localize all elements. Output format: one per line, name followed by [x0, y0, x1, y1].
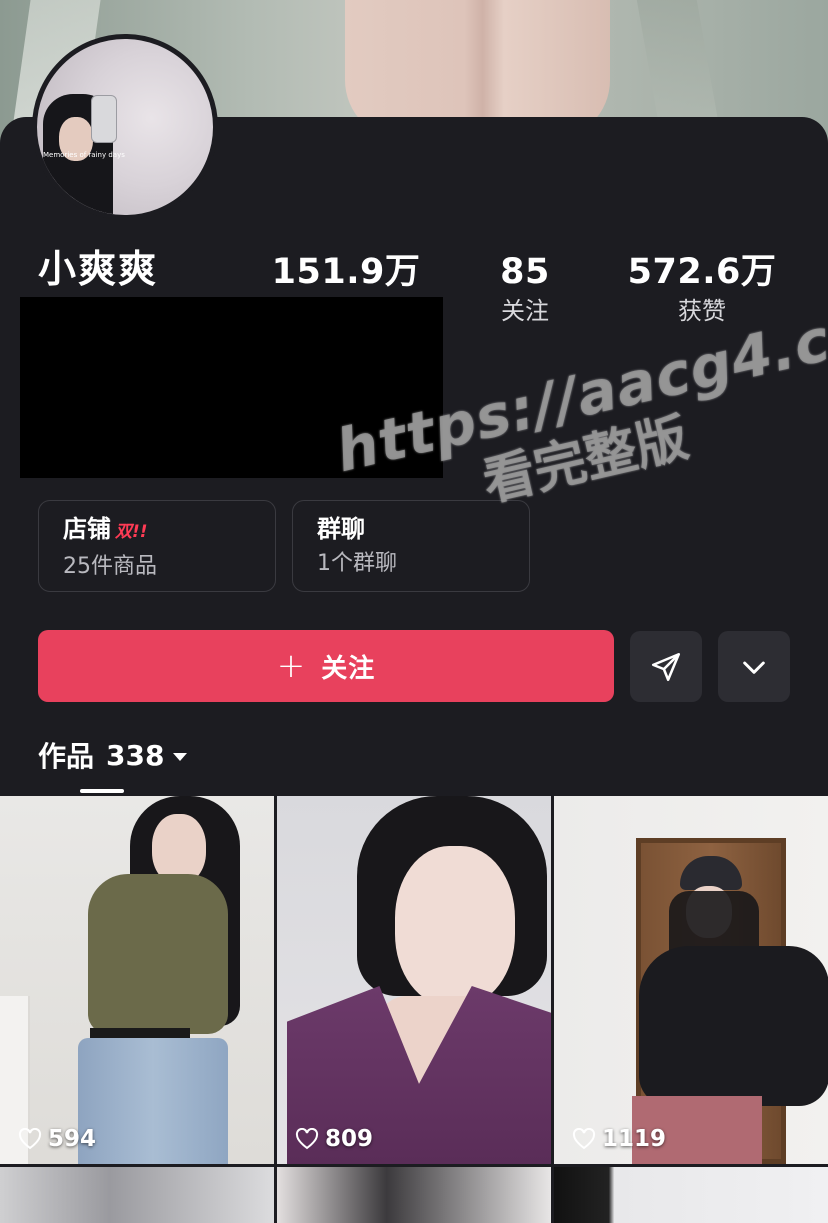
more-button[interactable] — [718, 631, 790, 702]
store-title: 店铺 — [63, 515, 111, 543]
store-subtitle: 25件商品 — [63, 554, 157, 579]
like-count-value: 594 — [48, 1126, 97, 1152]
like-count: 1119 — [572, 1126, 666, 1152]
heart-icon — [295, 1128, 319, 1150]
tab-works-label: 作品 — [38, 740, 95, 773]
avatar[interactable]: Memories of rainy days — [32, 34, 218, 220]
like-count-value: 1119 — [602, 1126, 667, 1152]
like-count: 809 — [295, 1126, 373, 1152]
store-tile[interactable]: 店铺 双!! 25件商品 — [38, 500, 276, 592]
thumb-top — [88, 874, 228, 1034]
tab-works-count: 338 — [106, 738, 165, 772]
caret-down-icon — [173, 753, 188, 761]
heart-icon — [572, 1128, 596, 1150]
tab-underline — [80, 789, 124, 793]
heart-icon — [18, 1128, 42, 1150]
chevron-down-icon — [743, 661, 765, 674]
plus-icon: + — [276, 646, 306, 686]
stat-likes[interactable]: 572.6万 获赞 — [602, 252, 802, 326]
redacted-bio — [20, 297, 443, 478]
profile-page: 151.9万 粉丝 85 关注 572.6万 获赞 Memories of ra… — [0, 0, 828, 1223]
thumb-face — [395, 846, 515, 1006]
follow-button[interactable]: + 关注 — [38, 630, 614, 702]
likes-count: 572.6万 — [627, 252, 777, 292]
video-thumbnail[interactable]: 594 — [0, 796, 274, 1164]
username: 小爽爽 — [38, 247, 159, 291]
follow-button-label: 关注 — [321, 653, 376, 684]
like-count-value: 809 — [325, 1126, 374, 1152]
avatar-caption: Memories of rainy days — [43, 151, 125, 159]
thumb-hoodie — [639, 946, 828, 1106]
video-thumbnail[interactable]: 1119 — [554, 796, 828, 1164]
share-button[interactable] — [630, 631, 702, 702]
avatar-phone — [91, 95, 117, 143]
store-promo-tag: 双!! — [115, 522, 148, 542]
like-count: 594 — [18, 1126, 96, 1152]
fans-count: 151.9万 — [271, 252, 421, 292]
likes-label: 获赞 — [678, 297, 726, 325]
send-icon — [651, 652, 681, 681]
content-tabs: 作品 338 — [38, 735, 188, 795]
video-thumbnail[interactable] — [0, 1167, 274, 1223]
video-thumbnail[interactable] — [554, 1167, 828, 1223]
group-chat-tile[interactable]: 群聊 1个群聊 — [292, 500, 530, 592]
group-chat-title: 群聊 — [317, 515, 365, 543]
stat-following[interactable]: 85 关注 — [425, 252, 625, 326]
following-count: 85 — [500, 252, 550, 292]
video-thumbnail[interactable]: 809 — [277, 796, 551, 1164]
group-chat-subtitle: 1个群聊 — [317, 551, 397, 576]
video-thumbnail[interactable] — [277, 1167, 551, 1223]
thumb-jeans — [78, 1038, 228, 1164]
tab-works[interactable]: 作品 338 — [38, 735, 188, 775]
following-label: 关注 — [501, 297, 549, 325]
